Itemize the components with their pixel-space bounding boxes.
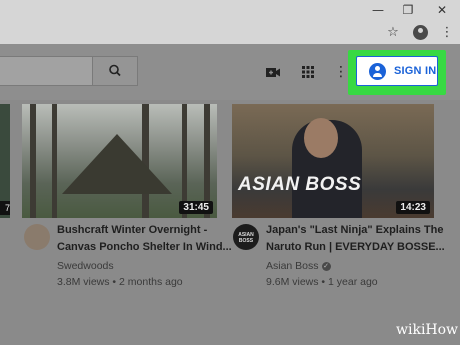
channel-avatar[interactable]: ASIAN BOSS — [233, 224, 259, 250]
view-count: 3.8M views • 2 months ago — [57, 276, 183, 288]
tree — [30, 104, 36, 218]
sign-in-button[interactable]: SIGN IN — [356, 56, 438, 86]
video-title-line: Canvas Poncho Shelter In Wind... — [57, 241, 232, 253]
restore-icon[interactable]: ❐ — [396, 2, 420, 18]
video-title[interactable]: Japan's "Last Ninja" Explains The Naruto… — [266, 222, 445, 256]
channel-row: Asian Boss ✓ — [266, 258, 378, 274]
video-title-line: Bushcraft Winter Overnight - — [57, 224, 208, 236]
channel-avatar-text: ASIAN BOSS — [238, 232, 254, 244]
sign-in-label: SIGN IN — [394, 65, 437, 77]
video-title[interactable]: Bushcraft Winter Overnight - Canvas Ponc… — [57, 222, 232, 256]
browser-toolbar: — ❐ ✕ ☆ ⋮ — [0, 0, 460, 44]
video-duration: 31:45 — [179, 201, 213, 214]
video-title-line: Japan's "Last Ninja" Explains The — [266, 224, 444, 236]
video-thumbnail[interactable]: ASIAN BOSS 14:23 — [232, 104, 434, 218]
video-meta: Asian Boss ✓ 9.6M views • 1 year ago — [266, 258, 378, 290]
profile-icon[interactable] — [413, 25, 428, 40]
search-button[interactable] — [92, 56, 138, 86]
close-icon[interactable]: ✕ — [430, 2, 454, 18]
video-title-line: Naruto Run | EVERYDAY BOSSE... — [266, 241, 445, 253]
verified-check-icon: ✓ — [321, 261, 331, 271]
kebab-menu-icon[interactable]: ⋮ — [438, 24, 456, 42]
star-icon[interactable]: ☆ — [384, 24, 402, 42]
video-meta: Swedwoods 3.8M views • 2 months ago — [57, 258, 183, 290]
video-duration: 14:23 — [396, 201, 430, 214]
channel-name[interactable]: Asian Boss — [266, 260, 319, 272]
channel-name[interactable]: Swedwoods — [57, 258, 183, 274]
minimize-icon[interactable]: — — [366, 2, 390, 18]
thumbnail-text: ASIAN BOSS — [238, 174, 362, 195]
account-icon — [369, 63, 386, 80]
video-duration: 7 — [0, 201, 10, 215]
tarp-shelter — [62, 134, 172, 194]
tree — [52, 104, 57, 218]
address-bar-row: ☆ ⋮ — [0, 22, 460, 44]
video-thumbnail[interactable]: 31:45 — [22, 104, 217, 218]
video-camera-icon[interactable] — [262, 61, 284, 83]
person-head — [304, 118, 338, 158]
search-input[interactable] — [0, 56, 93, 86]
channel-avatar[interactable] — [24, 224, 50, 250]
wikihow-watermark: wikiHow — [396, 322, 459, 338]
view-count: 9.6M views • 1 year ago — [266, 276, 378, 288]
apps-grid-icon[interactable] — [297, 61, 319, 83]
search-icon — [109, 64, 121, 77]
